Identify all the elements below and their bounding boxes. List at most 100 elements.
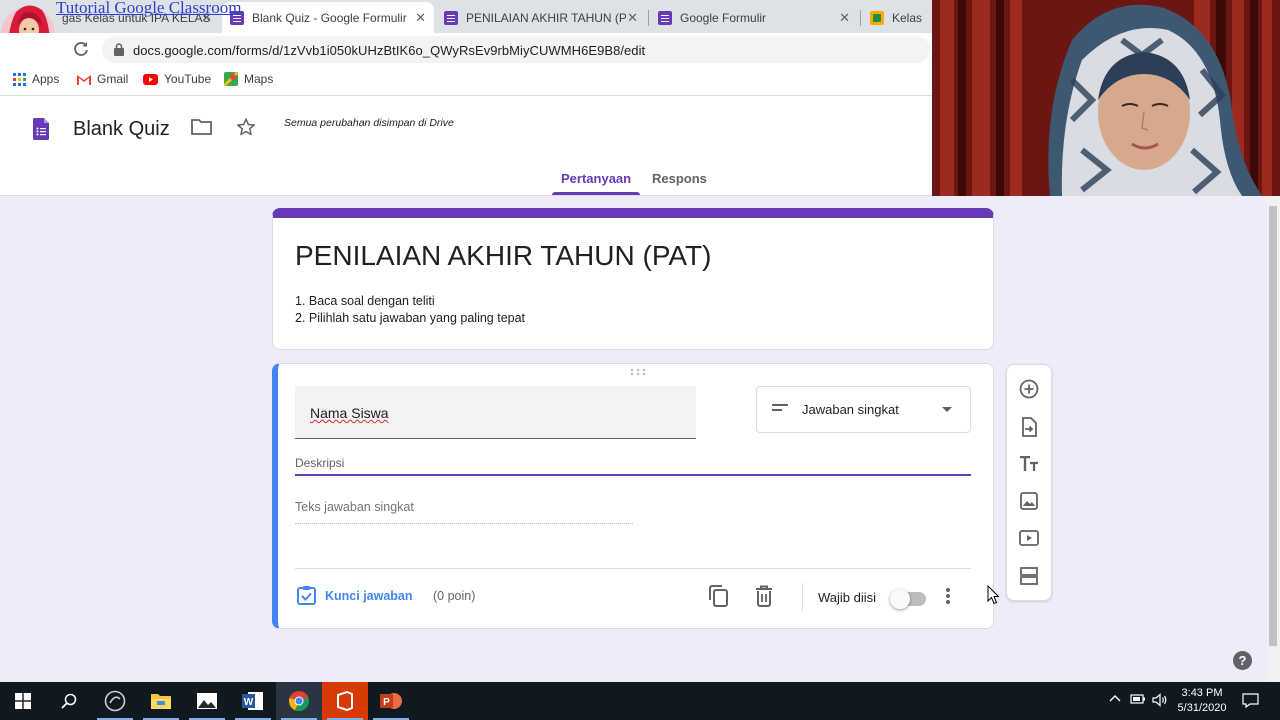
volume-icon[interactable] bbox=[1152, 693, 1168, 707]
question-title-text: Nama Siswa bbox=[310, 405, 389, 421]
bookmark-label: Maps bbox=[244, 72, 274, 86]
tab-title: Google Formulir bbox=[680, 10, 767, 25]
question-description-field[interactable] bbox=[295, 452, 971, 476]
add-question-button[interactable] bbox=[1018, 378, 1040, 400]
notification-icon[interactable] bbox=[1242, 693, 1259, 708]
forms-logo-icon[interactable] bbox=[33, 118, 49, 140]
form-description-line[interactable]: 2. Pilihlah satu jawaban yang paling tep… bbox=[295, 311, 525, 325]
tab-separator bbox=[648, 10, 649, 26]
taskbar-app-disc[interactable] bbox=[92, 682, 138, 720]
browser-tab-blank-quiz[interactable]: Blank Quiz - Google Formulir ✕ bbox=[222, 2, 434, 33]
office-icon bbox=[337, 691, 353, 711]
taskbar-app-chrome[interactable] bbox=[276, 682, 322, 720]
close-tab-icon[interactable]: ✕ bbox=[627, 10, 638, 26]
bookmark-label: Gmail bbox=[97, 72, 129, 86]
reload-icon[interactable] bbox=[72, 40, 90, 58]
browser-toolbar: docs.google.com/forms/d/1zVvb1i050kUHzBt… bbox=[0, 33, 932, 65]
forms-icon bbox=[658, 10, 672, 25]
svg-text:W: W bbox=[244, 697, 254, 708]
star-icon[interactable] bbox=[236, 117, 256, 137]
battery-icon[interactable] bbox=[1130, 693, 1146, 705]
browser-tab-kelas[interactable]: Kelas bbox=[862, 2, 932, 33]
folder-icon[interactable] bbox=[191, 118, 212, 135]
forms-header: Blank Quiz Semua perubahan disimpan di D… bbox=[0, 96, 932, 196]
folder-icon bbox=[151, 694, 171, 709]
points-label: (0 poin) bbox=[433, 589, 476, 603]
question-type-dropdown[interactable]: Jawaban singkat bbox=[756, 386, 971, 433]
answer-key-icon bbox=[297, 586, 316, 605]
bookmark-label: Apps bbox=[32, 72, 60, 86]
add-video-button[interactable] bbox=[1018, 527, 1040, 549]
media-player-icon bbox=[104, 690, 126, 712]
taskbar-app-explorer[interactable] bbox=[138, 682, 184, 720]
tab-separator bbox=[860, 10, 861, 26]
taskbar-app-word[interactable]: W bbox=[230, 682, 276, 720]
address-bar[interactable]: docs.google.com/forms/d/1zVvb1i050kUHzBt… bbox=[102, 36, 930, 63]
bookmark-youtube[interactable]: YouTube bbox=[143, 72, 211, 86]
youtube-icon bbox=[143, 73, 158, 85]
tab-questions[interactable]: Pertanyaan bbox=[561, 171, 631, 186]
close-tab-icon[interactable]: ✕ bbox=[415, 10, 426, 26]
svg-text:P: P bbox=[383, 697, 390, 708]
toggle-knob bbox=[890, 589, 910, 609]
add-section-button[interactable] bbox=[1018, 565, 1040, 587]
more-options-icon[interactable] bbox=[945, 587, 951, 605]
form-description-line[interactable]: 1. Baca soal dengan teliti bbox=[295, 294, 435, 308]
clock-date: 5/31/2020 bbox=[1177, 702, 1227, 714]
clock-time: 3:43 PM bbox=[1181, 687, 1223, 699]
browser-tab-pat[interactable]: PENILAIAN AKHIR TAHUN (PAT ✕ bbox=[436, 2, 646, 33]
bookmark-gmail[interactable]: Gmail bbox=[77, 72, 128, 86]
forms-icon bbox=[444, 10, 458, 25]
scrollbar[interactable] bbox=[1267, 196, 1280, 682]
tutorial-brand-text: Tutorial Google Classroom bbox=[56, 0, 242, 17]
taskbar-app-powerpoint[interactable]: P bbox=[368, 682, 414, 720]
image-icon bbox=[1020, 492, 1038, 510]
add-title-description-button[interactable] bbox=[1018, 453, 1040, 475]
required-toggle[interactable] bbox=[890, 589, 926, 609]
bookmarks-bar: Apps Gmail YouTube Maps bbox=[0, 65, 932, 96]
scrollbar-thumb[interactable] bbox=[1269, 206, 1277, 646]
apps-grid-icon bbox=[13, 72, 26, 86]
delete-icon[interactable] bbox=[755, 585, 773, 607]
short-answer-placeholder: Teks jawaban singkat bbox=[295, 500, 633, 524]
powerpoint-icon: P bbox=[380, 693, 402, 709]
tab-title: Kelas bbox=[892, 10, 923, 25]
answer-key-label: Kunci jawaban bbox=[325, 588, 413, 603]
add-image-button[interactable] bbox=[1018, 490, 1040, 512]
document-title[interactable]: Blank Quiz bbox=[73, 118, 170, 141]
gmail-icon bbox=[77, 73, 91, 85]
question-type-label: Jawaban singkat bbox=[802, 402, 899, 417]
chevron-up-icon[interactable] bbox=[1109, 693, 1121, 705]
search-icon bbox=[61, 693, 77, 709]
taskbar-app-office[interactable] bbox=[322, 682, 368, 720]
webcam-overlay bbox=[932, 0, 1280, 196]
video-icon bbox=[1019, 530, 1039, 546]
start-button[interactable] bbox=[0, 682, 46, 720]
photos-icon bbox=[197, 693, 217, 709]
short-answer-icon bbox=[772, 404, 788, 411]
question-card[interactable]: Nama Siswa Jawaban singkat Teks jawaban … bbox=[272, 363, 994, 629]
bookmark-maps[interactable]: Maps bbox=[224, 72, 273, 86]
question-title-field[interactable]: Nama Siswa bbox=[295, 386, 696, 439]
form-title[interactable]: PENILAIAN AKHIR TAHUN (PAT) bbox=[295, 240, 711, 272]
tab-responses[interactable]: Respons bbox=[652, 171, 707, 186]
bookmark-label: YouTube bbox=[164, 72, 212, 86]
import-questions-button[interactable] bbox=[1018, 416, 1040, 438]
word-icon: W bbox=[242, 692, 263, 710]
mouse-cursor-icon bbox=[987, 585, 999, 605]
bookmark-apps[interactable]: Apps bbox=[13, 72, 59, 86]
help-icon[interactable]: ? bbox=[1233, 651, 1252, 670]
search-button[interactable] bbox=[46, 682, 92, 720]
url-text: docs.google.com/forms/d/1zVvb1i050kUHzBt… bbox=[133, 43, 646, 58]
drag-handle-icon[interactable] bbox=[630, 368, 646, 376]
form-title-card[interactable]: PENILAIAN AKHIR TAHUN (PAT) 1. Baca soal… bbox=[272, 208, 994, 350]
taskbar-app-photos[interactable] bbox=[184, 682, 230, 720]
active-tab-indicator bbox=[552, 192, 640, 195]
system-clock[interactable]: 3:43 PM 5/31/2020 bbox=[1172, 686, 1232, 716]
save-status-text: Semua perubahan disimpan di Drive bbox=[284, 117, 454, 129]
duplicate-icon[interactable] bbox=[709, 585, 729, 607]
close-tab-icon[interactable]: ✕ bbox=[839, 10, 850, 26]
browser-tab-google-forms[interactable]: Google Formulir ✕ bbox=[650, 2, 858, 33]
question-description-input[interactable] bbox=[295, 452, 971, 470]
answer-key-button[interactable]: Kunci jawaban bbox=[297, 586, 413, 605]
